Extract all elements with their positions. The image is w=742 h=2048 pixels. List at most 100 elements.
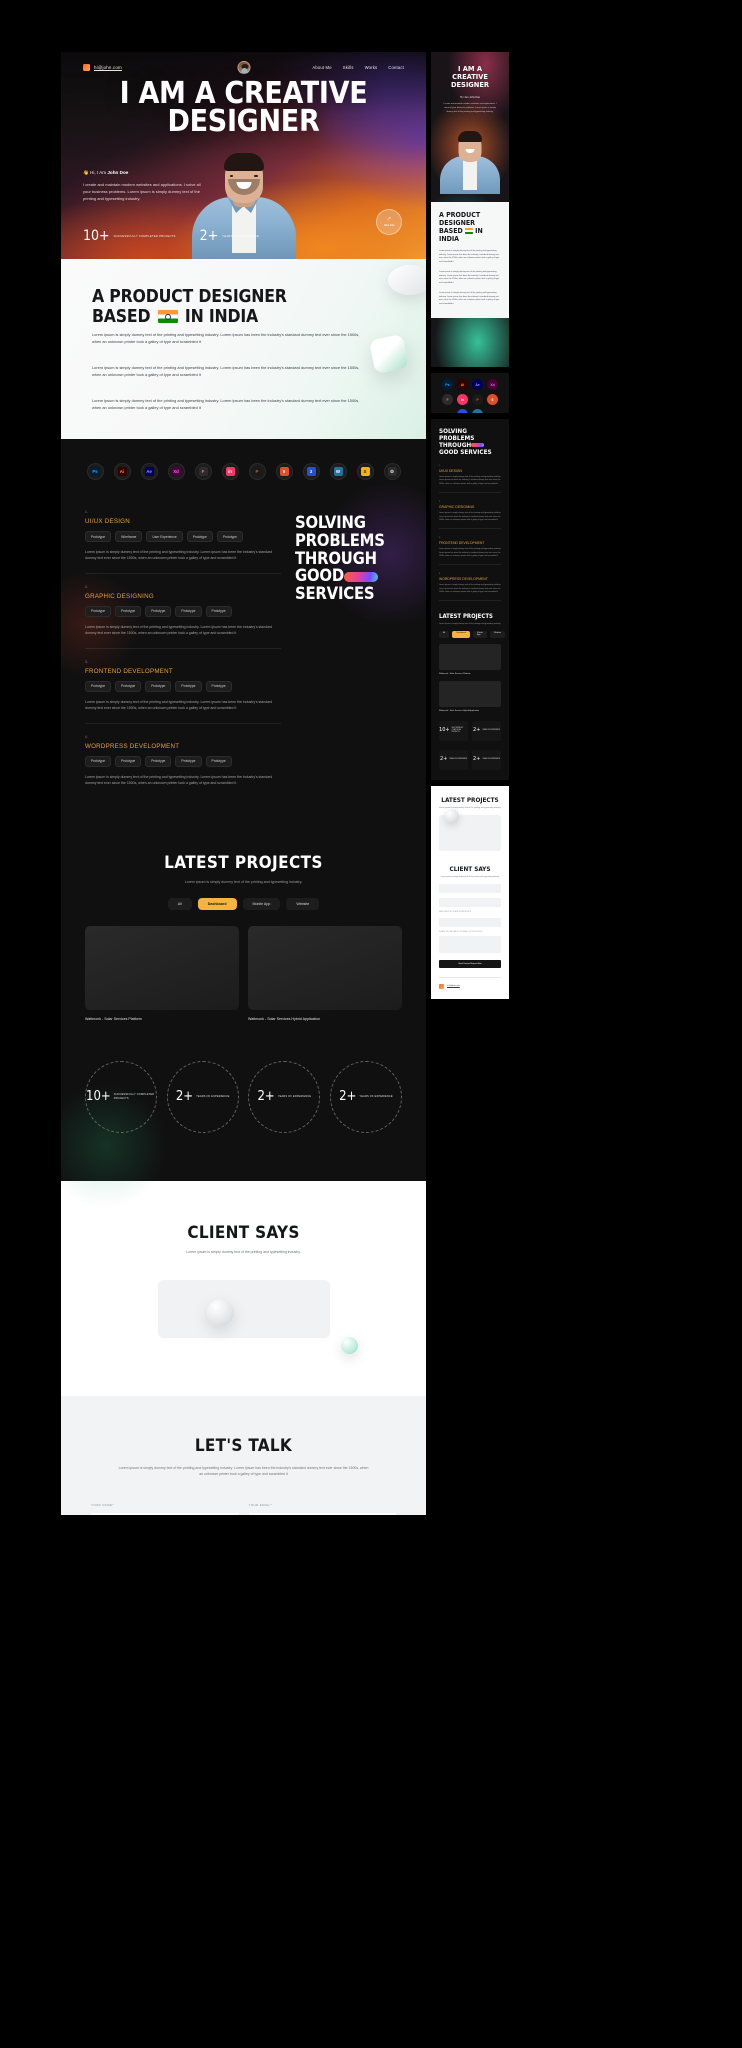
- mobile-service-item: 1. UI/UX DESIGN Lorem ipsum is simply dumm…: [439, 465, 501, 493]
- mobile-email-field[interactable]: [439, 897, 501, 907]
- service-tag[interactable]: Prototype: [186, 531, 213, 542]
- hero-greeting-prefix: Hi, I Am: [90, 170, 108, 175]
- name-field[interactable]: [91, 1513, 239, 1515]
- mobile-product-hunt-icon[interactable]: P: [472, 394, 483, 405]
- mobile-invision-icon[interactable]: in: [457, 394, 468, 405]
- mobile-service-number: 4.: [439, 573, 441, 576]
- html5-icon[interactable]: 5: [275, 463, 293, 480]
- photoshop-icon[interactable]: Ps: [86, 463, 104, 480]
- css3-icon[interactable]: 3: [302, 463, 320, 480]
- mobile-form-label-service: WHAT SERVICE YOU ARE INTERESTED IN: [439, 911, 472, 913]
- project-filter-dashboard[interactable]: Dashboard: [197, 897, 237, 910]
- project-card[interactable]: Wattmonk - Solar Services Hybrid Applica…: [248, 925, 402, 1021]
- nav-item-about[interactable]: About Me: [312, 65, 331, 70]
- service-tag[interactable]: Prototype: [145, 755, 172, 767]
- hero-title: I AM A CREATIVE DESIGNER: [61, 79, 426, 137]
- service-tag[interactable]: Prototype: [205, 680, 232, 692]
- brand-logo[interactable]: hi@john.com: [83, 63, 122, 71]
- invision-icon[interactable]: in: [221, 463, 239, 480]
- wordpress-icon[interactable]: W: [329, 463, 347, 480]
- mobile-footer: hi@john.com: [439, 976, 501, 989]
- services-heading-wrap: SOLVING PROBLEMS THROUGH GOOD SERVICES: [295, 510, 402, 809]
- hire-me-button[interactable]: ↗ Hire Me: [376, 209, 402, 235]
- service-tag[interactable]: User Experience: [146, 531, 183, 542]
- mobile-project-thumbnail[interactable]: [439, 680, 501, 707]
- service-title: FRONTEND DEVELOPMENT: [85, 667, 173, 675]
- mobile-message-field[interactable]: [439, 935, 501, 953]
- mobile-service-description: Lorem ipsum is simply dummy text of the …: [439, 512, 501, 521]
- hero-stat-number: 10+: [83, 228, 110, 244]
- mobile-project-card[interactable]: [439, 808, 501, 851]
- illustrator-icon[interactable]: Ai: [113, 463, 131, 480]
- nav-item-works[interactable]: Works: [365, 65, 378, 70]
- sketch-icon[interactable]: S: [356, 463, 374, 480]
- service-tag[interactable]: Prototype: [85, 755, 112, 767]
- service-tag[interactable]: Prototype: [216, 531, 243, 542]
- hero-stat-label: SUCCESSFULLY COMPLETED PROJECTS: [113, 233, 176, 238]
- service-title: GRAPHIC DESIGNING: [85, 592, 154, 600]
- service-tag[interactable]: Prototype: [205, 605, 232, 617]
- avatar[interactable]: [237, 60, 250, 74]
- mobile-filter-mobile-app[interactable]: Mobile App: [473, 630, 487, 638]
- figma-icon-glyph: F: [198, 467, 208, 476]
- service-tag[interactable]: Prototype: [175, 605, 202, 617]
- figma-icon[interactable]: F: [194, 463, 212, 480]
- mobile-after-effects-icon[interactable]: Ae: [472, 379, 483, 390]
- project-thumbnail[interactable]: [248, 925, 402, 1010]
- service-tag[interactable]: Prototype: [85, 531, 112, 542]
- service-tags: Prototype Prototype Prototype Prototype Prot…: [85, 605, 281, 617]
- contact-form: YOUR NAME* YOUR EMAIL* WHAT SERVICE YOU …: [91, 1503, 396, 1515]
- service-tags: Prototype Wireframe User Experience Prototy…: [85, 531, 281, 542]
- services-heading-part2: GOOD: [295, 566, 344, 586]
- project-filter-website[interactable]: Website: [286, 897, 320, 910]
- arrow-up-right-icon: ↗: [386, 216, 392, 222]
- mobile-wordpress-icon[interactable]: W: [472, 409, 483, 413]
- mobile-filter-all[interactable]: All: [439, 630, 450, 638]
- product-hunt-icon[interactable]: P: [248, 463, 266, 480]
- service-tag[interactable]: Prototype: [85, 680, 112, 692]
- project-card[interactable]: Wattmonk - Solar Services Platform: [85, 925, 239, 1021]
- service-tag[interactable]: Prototype: [115, 605, 142, 617]
- mobile-css3-icon[interactable]: 3: [457, 409, 468, 413]
- mobile-adobe-xd-icon[interactable]: Xd: [487, 379, 498, 390]
- tools-row: Ps Ai Ae Xd Fin P 5 3 W S ⚙: [61, 463, 426, 480]
- mobile-counter-label: SUCCESSFULLY COMPLETED PROJECTS: [451, 727, 464, 733]
- service-tag[interactable]: Prototype: [145, 680, 172, 692]
- mobile-html5-icon[interactable]: 5: [487, 394, 498, 405]
- mobile-counter-number: 2+: [472, 756, 481, 762]
- service-tag[interactable]: Prototype: [115, 680, 142, 692]
- settings-icon[interactable]: ⚙: [383, 463, 401, 480]
- mobile-name-field[interactable]: [439, 883, 501, 893]
- service-tag[interactable]: Prototype: [115, 755, 142, 767]
- service-tag[interactable]: Prototype: [85, 605, 112, 617]
- project-thumbnail[interactable]: [85, 925, 239, 1010]
- project-filter-mobile-app[interactable]: Mobile App: [242, 897, 281, 910]
- nav-item-skills[interactable]: Skills: [343, 65, 354, 70]
- service-tag[interactable]: Prototype: [175, 755, 202, 767]
- mobile-figma-icon[interactable]: F: [442, 394, 453, 405]
- service-tag[interactable]: Prototype: [205, 755, 232, 767]
- service-tag[interactable]: Wireframe: [115, 531, 143, 542]
- mobile-filter-dashboard[interactable]: Dashboard: [452, 630, 471, 638]
- mobile-services-h3: GOOD SERVICES: [439, 448, 492, 457]
- mobile-photoshop-icon[interactable]: Ps: [442, 379, 453, 390]
- mobile-illustrator-icon[interactable]: Ai: [457, 379, 468, 390]
- mobile-counters-row: 10+ SUCCESSFULLY COMPLETED PROJECTS 2+ YEAR…: [439, 720, 501, 741]
- about-heading-line2-pre: BASED: [92, 307, 156, 328]
- nav-item-contact[interactable]: Contact: [388, 65, 404, 70]
- email-field[interactable]: [248, 1513, 396, 1515]
- service-tag[interactable]: Prototype: [145, 605, 172, 617]
- mobile-send-button[interactable]: Send Contact Request Now: [439, 959, 501, 968]
- brand-email: hi@john.com: [94, 64, 122, 70]
- project-filter-all[interactable]: All: [167, 897, 192, 910]
- service-tag[interactable]: Prototype: [175, 680, 202, 692]
- mobile-latest-projects-heading: LATEST PROJECTS: [441, 795, 499, 804]
- mobile-project-title: Wattmonk - Solar Services Platform: [439, 672, 471, 675]
- form-group-name: YOUR NAME*: [91, 1503, 239, 1515]
- after-effects-icon[interactable]: Ae: [140, 463, 158, 480]
- mobile-service-field[interactable]: [439, 917, 501, 927]
- mobile-filter-website[interactable]: Website: [489, 630, 506, 638]
- adobe-xd-icon[interactable]: Xd: [167, 463, 185, 480]
- mobile-services-list: 1. UI/UX DESIGN Lorem ipsum is simply dumm…: [439, 465, 501, 601]
- mobile-project-thumbnail[interactable]: [439, 643, 501, 670]
